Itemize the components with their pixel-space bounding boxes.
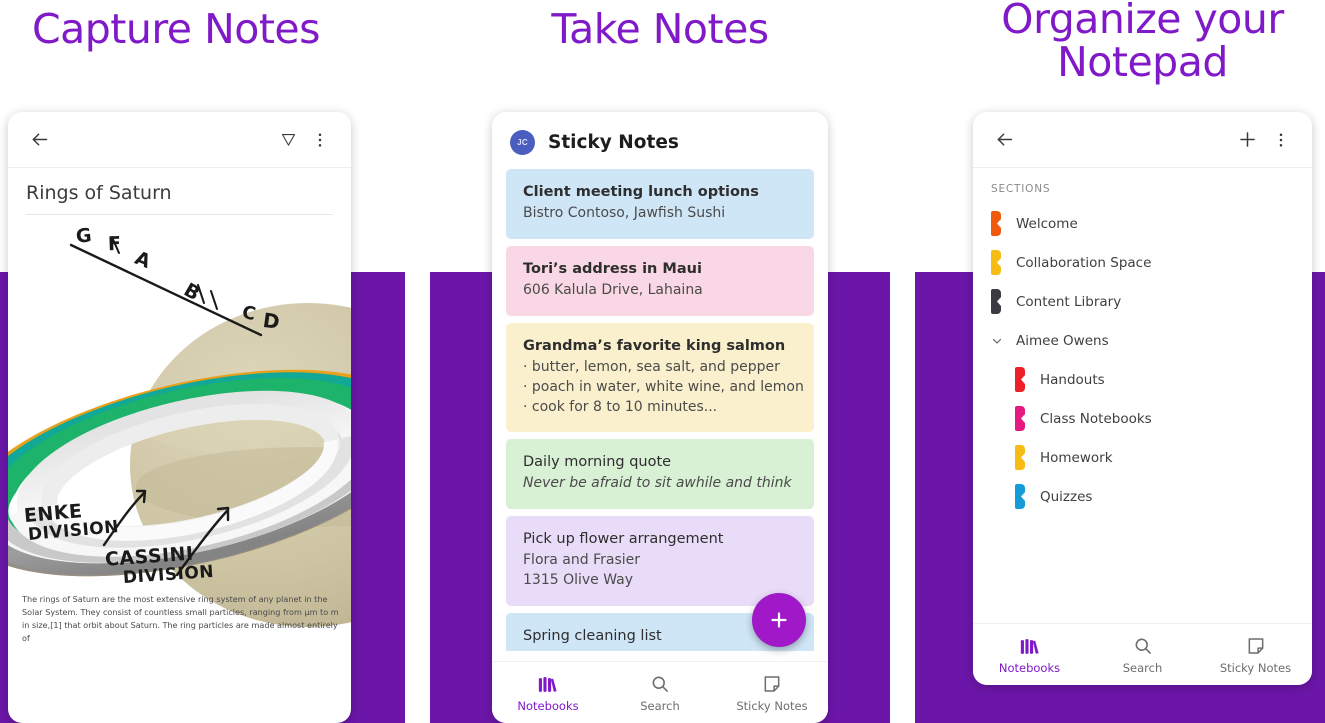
nav-label: Notebooks xyxy=(517,698,579,713)
note-line: · cook for 8 to 10 minutes... xyxy=(523,398,718,415)
note-line: · butter, lemon, sea salt, and pepper xyxy=(523,358,780,375)
ring-label-G: G xyxy=(74,224,94,248)
sticky-notes-list[interactable]: Client meeting lunch options Bistro Cont… xyxy=(492,169,828,651)
section-name: Homework xyxy=(1040,449,1113,466)
section-row-handouts[interactable]: Handouts xyxy=(973,360,1312,399)
sticky-note-card[interactable]: Daily morning quote Never be afraid to s… xyxy=(506,439,814,510)
section-row-content-library[interactable]: Content Library xyxy=(973,282,1312,321)
section-row-class-notebooks[interactable]: Class Notebooks xyxy=(973,399,1312,438)
sections-label: SECTIONS xyxy=(991,183,1051,195)
section-color-tab-icon xyxy=(991,211,1001,236)
heading-organize-notepad: Organize your Notepad xyxy=(1001,0,1284,87)
notebooks-icon xyxy=(1019,635,1041,656)
section-row-quizzes[interactable]: Quizzes xyxy=(973,477,1312,516)
chevron-down-icon xyxy=(991,335,1003,347)
more-vertical-icon[interactable] xyxy=(305,125,335,155)
nav-item-sticky-notes[interactable]: Sticky Notes xyxy=(1199,635,1312,675)
section-row-homework[interactable]: Homework xyxy=(973,438,1312,477)
note-title: Pick up flower arrangement xyxy=(523,531,724,548)
nav-label: Sticky Notes xyxy=(1219,660,1292,675)
nav-item-notebooks[interactable]: Notebooks xyxy=(492,673,604,713)
back-arrow-icon[interactable] xyxy=(989,125,1019,155)
note-line: · poach in water, white wine, and lemon xyxy=(523,378,804,395)
note-line: 1315 Olive Way xyxy=(523,572,634,589)
section-name: Welcome xyxy=(1016,215,1078,232)
back-arrow-icon[interactable] xyxy=(24,125,54,155)
ring-label-D: D xyxy=(261,307,282,335)
phone-sticky-notes: JC Sticky Notes Client meeting lunch opt… xyxy=(492,112,828,723)
search-icon xyxy=(1133,635,1153,656)
nav-label: Notebooks xyxy=(998,660,1061,675)
sticky-note-card[interactable]: Pick up flower arrangement Flora and Fra… xyxy=(506,516,814,606)
section-color-tab-icon xyxy=(991,289,1001,314)
section-color-tab-icon xyxy=(1015,406,1025,431)
sticky-note-card[interactable]: Tori’s address in Maui 606 Kalula Drive,… xyxy=(506,245,814,316)
sticky-note-card[interactable]: Grandma’s favorite king salmon · butter,… xyxy=(506,322,814,433)
note-line: Bistro Contoso, Jawfish Sushi xyxy=(523,205,726,221)
section-color-tab-icon xyxy=(1015,445,1025,470)
sticky-notes-header: JC Sticky Notes xyxy=(492,112,828,169)
note-title: Tori’s address in Maui xyxy=(523,260,702,277)
section-group-aimee-owens[interactable]: Aimee Owens xyxy=(973,321,1312,360)
notepad-appbar xyxy=(973,112,1312,168)
nav-item-search[interactable]: Search xyxy=(604,673,716,713)
section-name: Collaboration Space xyxy=(1016,254,1152,271)
note-line: 606 Kalula Drive, Lahaina xyxy=(523,281,703,298)
nav-item-notebooks[interactable]: Notebooks xyxy=(973,635,1086,675)
nav-item-sticky-notes[interactable]: Sticky Notes xyxy=(716,673,828,713)
note-title: Grandma’s favorite king salmon xyxy=(523,337,786,354)
sticky-note-icon xyxy=(1246,635,1266,656)
phone-note-editor: Rings of Saturn G F A B C D ENKE DIVISIO… xyxy=(8,112,351,723)
section-name: Content Library xyxy=(1016,293,1122,310)
note-editor-appbar xyxy=(8,112,351,168)
bottom-nav: Notebooks Search Sticky Notes xyxy=(973,623,1312,685)
section-name: Class Notebooks xyxy=(1040,410,1152,427)
nav-label: Search xyxy=(640,698,680,713)
annotation-cassini-line2: DIVISION xyxy=(122,561,215,589)
heading-take-notes: Take Notes xyxy=(551,5,769,53)
section-color-tab-icon xyxy=(991,250,1001,275)
saturn-rings-drawing xyxy=(8,236,351,627)
section-group-name: Aimee Owens xyxy=(1016,332,1109,349)
section-row-collaboration-space[interactable]: Collaboration Space xyxy=(973,243,1312,282)
phone-notepad-sections: SECTIONS Welcome Collaboration Space Con… xyxy=(973,112,1312,685)
search-icon xyxy=(650,673,670,694)
section-color-tab-icon xyxy=(1015,484,1025,509)
section-color-tab-icon xyxy=(1015,367,1025,392)
annotation-cassini-division: CASSINI DIVISION xyxy=(104,543,215,589)
avatar[interactable]: JC xyxy=(510,130,535,155)
note-title: Client meeting lunch options xyxy=(523,184,759,200)
plus-icon[interactable] xyxy=(1232,125,1262,155)
nav-label: Search xyxy=(1122,660,1163,675)
promo-screenshot: Capture Notes Take Notes Organize your N… xyxy=(0,0,1325,723)
heading-capture-notes: Capture Notes xyxy=(32,5,320,53)
sticky-note-card[interactable]: Client meeting lunch options Bistro Cont… xyxy=(506,169,814,239)
sticky-note-icon xyxy=(762,673,782,694)
more-vertical-icon[interactable] xyxy=(1266,125,1296,155)
annotation-enke-division: ENKE DIVISION xyxy=(23,500,120,545)
bottom-nav: Notebooks Search Sticky Notes xyxy=(492,661,828,723)
ink-pen-icon[interactable] xyxy=(273,125,303,155)
ring-label-F: F xyxy=(107,232,122,256)
nav-label: Sticky Notes xyxy=(736,698,808,713)
notebooks-icon xyxy=(537,673,559,694)
note-line: Never be afraid to sit awhile and think xyxy=(523,475,792,492)
note-line: Flora and Frasier xyxy=(523,552,641,569)
section-row-welcome[interactable]: Welcome xyxy=(973,204,1312,243)
note-body-text[interactable]: The rings of Saturn are the most extensi… xyxy=(22,593,339,645)
app-title: Sticky Notes xyxy=(548,132,679,153)
nav-item-search[interactable]: Search xyxy=(1086,635,1199,675)
note-title[interactable]: Rings of Saturn xyxy=(8,168,351,214)
section-name: Quizzes xyxy=(1040,488,1093,505)
section-name: Handouts xyxy=(1040,371,1105,388)
note-drawing-canvas[interactable]: G F A B C D ENKE DIVISION CASSINI DIVISI… xyxy=(8,215,351,653)
note-title: Daily morning quote xyxy=(523,454,672,471)
add-note-fab[interactable] xyxy=(752,593,806,647)
